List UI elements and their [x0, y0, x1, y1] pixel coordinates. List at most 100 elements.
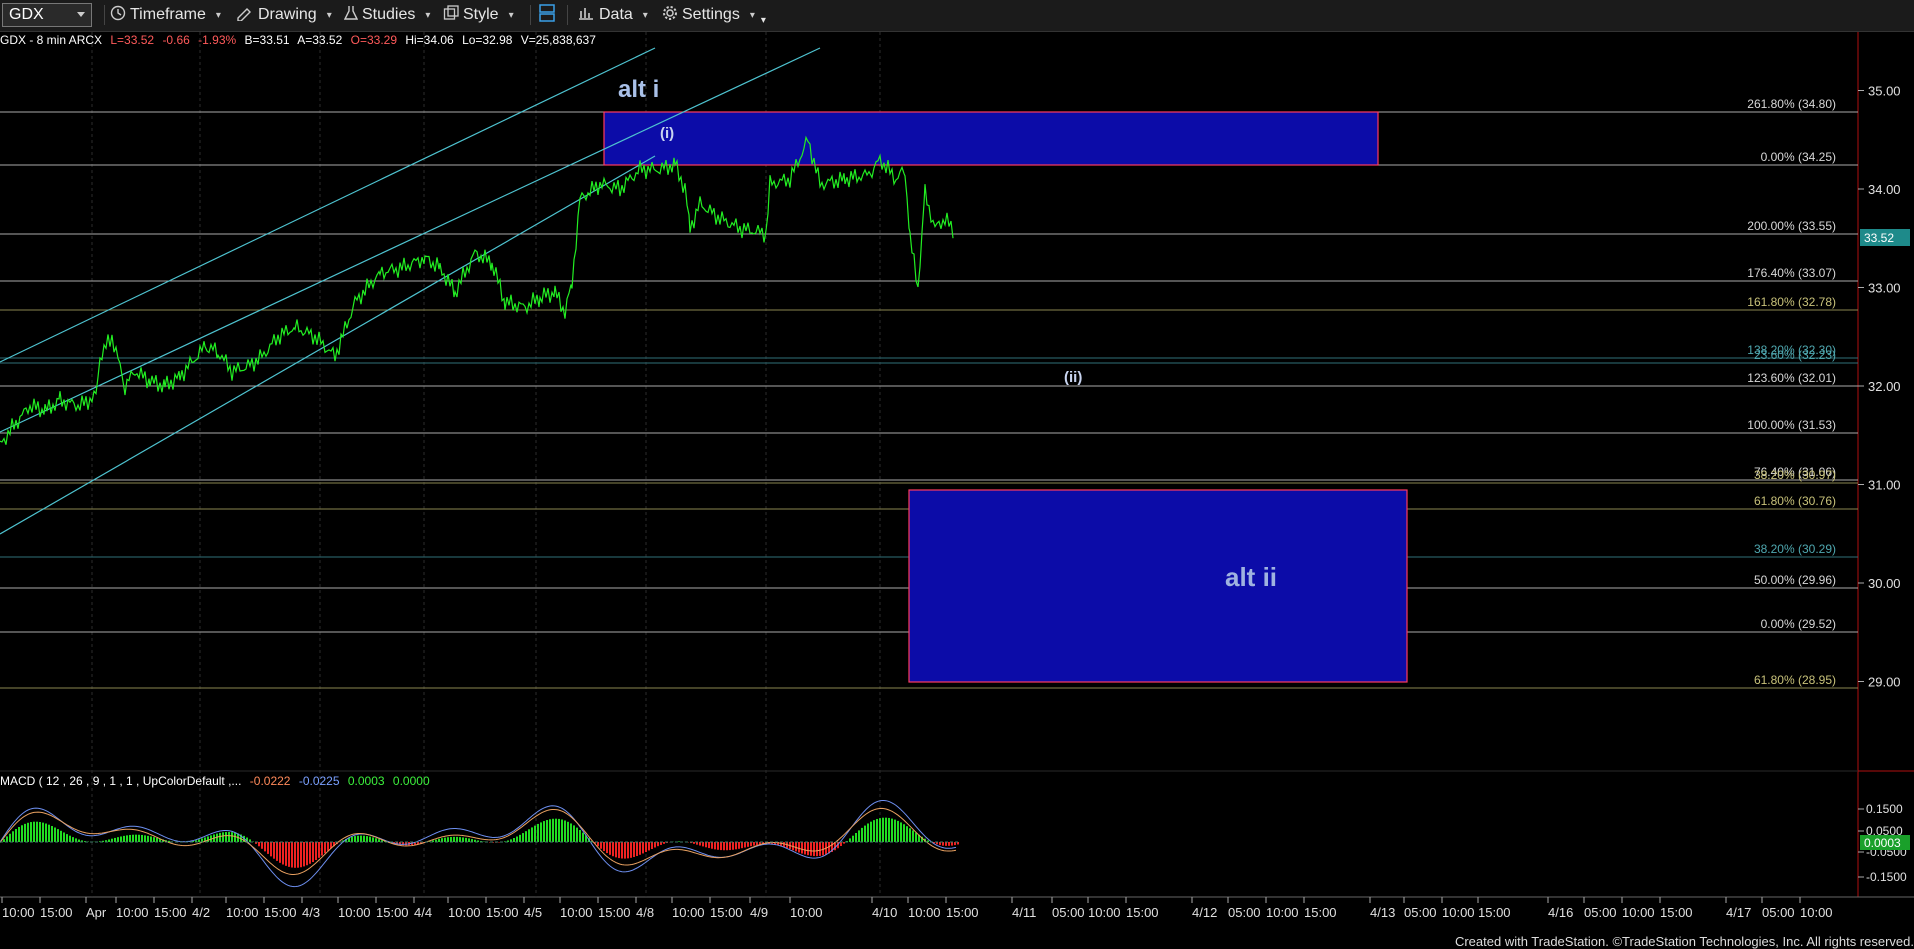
macd-bar — [624, 842, 626, 859]
macd-bar — [363, 835, 365, 842]
alt-ii-target-box[interactable] — [908, 489, 1408, 683]
macd-bar — [546, 820, 548, 842]
macd-bar — [234, 832, 236, 842]
time-tick-label: 4/12 — [1192, 905, 1217, 920]
macd-tick-label: -0.1500 — [1866, 870, 1907, 884]
macd-bar — [945, 842, 947, 846]
time-tick-label: 10:00 — [448, 905, 481, 920]
macd-bar — [873, 820, 875, 842]
settings-button[interactable]: Settings ▾ ▾ — [662, 4, 766, 26]
macd-bar — [156, 837, 158, 842]
macd-bar — [750, 842, 752, 847]
macd-bar — [309, 842, 311, 864]
macd-bar — [735, 842, 737, 850]
macd-bar — [639, 842, 641, 855]
macd-value-1: -0.0222 — [249, 774, 291, 788]
time-tick-label: 4/16 — [1548, 905, 1573, 920]
time-tick-label: 15:00 — [264, 905, 297, 920]
macd-bar — [537, 823, 539, 842]
time-tick-label: 15:00 — [598, 905, 631, 920]
macd-bar — [516, 836, 518, 842]
price-axis: 35.00 34.00 33.00 32.00 31.00 30.00 29.00 — [1858, 84, 1901, 690]
macd-bar — [717, 842, 719, 850]
macd-bar — [21, 825, 23, 842]
macd-bar — [288, 842, 290, 867]
chevron-down-icon: ▾ — [425, 9, 431, 21]
time-tick-label: 4/2 — [192, 905, 210, 920]
fib-label: 176.40% (33.07) — [1747, 266, 1836, 280]
macd-bar — [942, 842, 944, 846]
time-tick-label: 10:00 — [1088, 905, 1121, 920]
macd-last-text: 0.0003 — [1864, 836, 1901, 850]
macd-bar — [597, 842, 599, 847]
drawing-button[interactable]: Drawing ▾ — [236, 4, 332, 26]
price-tick-label: 33.00 — [1868, 281, 1901, 296]
macd-bar — [906, 826, 908, 842]
macd-bar — [279, 842, 281, 863]
time-tick-label: 05:00 — [1052, 905, 1085, 920]
macd-bar — [858, 830, 860, 842]
macd-bar — [69, 835, 71, 842]
macd-bar — [807, 842, 809, 856]
macd-bar — [465, 837, 467, 842]
macd-bar — [648, 842, 650, 851]
macd-bar — [618, 842, 620, 859]
time-tick-label: 10:00 — [560, 905, 593, 920]
channel-middle-line[interactable] — [0, 47, 821, 433]
macd-bar — [540, 822, 542, 842]
time-tick-label: 15:00 — [154, 905, 187, 920]
chevron-down-icon: ▾ — [642, 9, 648, 21]
style-label: Style — [463, 6, 499, 23]
macd-bar — [657, 842, 659, 847]
channel-upper-line[interactable] — [0, 47, 656, 363]
volume: V=25,838,637 — [520, 33, 596, 47]
alt-i-label: alt i — [618, 76, 659, 103]
fib-label: 38.20% (30.97) — [1754, 468, 1836, 482]
fib-label: 38.20% (30.29) — [1754, 542, 1836, 556]
macd-bar — [813, 842, 815, 857]
macd-bar — [810, 842, 812, 856]
symbol-selector[interactable]: GDX — [2, 3, 92, 27]
data-button[interactable]: Data ▾ — [577, 4, 648, 26]
macd-bar — [720, 842, 722, 851]
time-tick-label: 05:00 — [1762, 905, 1795, 920]
time-tick-label: 4/13 — [1370, 905, 1395, 920]
low-price: Lo=32.98 — [462, 33, 513, 47]
time-tick-label: 10:00 — [1266, 905, 1299, 920]
macd-bar — [564, 820, 566, 842]
macd-bar — [741, 842, 743, 849]
macd-bar — [948, 842, 950, 846]
footer-copyright: Created with TradeStation. ©TradeStation… — [1454, 934, 1914, 949]
alt-i-target-box[interactable] — [603, 111, 1379, 166]
macd-bar — [852, 835, 854, 842]
macd-bar — [444, 837, 446, 842]
macd-bar — [75, 838, 77, 842]
time-tick-label: 15:00 — [1478, 905, 1511, 920]
style-button[interactable]: Style ▾ — [443, 4, 514, 26]
macd-bar — [369, 836, 371, 842]
macd-bar — [303, 842, 305, 867]
layout-button[interactable] — [537, 3, 557, 26]
studies-button[interactable]: Studies ▾ — [343, 4, 431, 26]
price-tick-label: 30.00 — [1868, 576, 1901, 591]
net-change: -0.66 — [162, 33, 190, 47]
macd-info-bar: MACD ( 12 , 26 , 9 , 1 , 1 , UpColorDefa… — [0, 774, 435, 788]
price-tick-label: 35.00 — [1868, 84, 1901, 99]
macd-bar — [573, 825, 575, 842]
macd-bar — [582, 832, 584, 842]
macd-bar — [795, 842, 797, 852]
high-price: Hi=34.06 — [405, 33, 454, 47]
macd-bar — [747, 842, 749, 847]
macd-bar — [45, 823, 47, 842]
flask-icon — [343, 5, 359, 26]
toolbar-divider — [104, 5, 105, 25]
fibonacci-labels: 261.80% (34.80) 0.00% (34.25) 200.00% (33.… — [1747, 97, 1836, 687]
price-chart[interactable]: alt i (i) (ii) alt ii 261.80% (34.80) 0.0… — [0, 32, 1914, 949]
macd-bar — [372, 837, 374, 842]
timeframe-button[interactable]: Timeframe ▾ — [110, 4, 221, 26]
chevron-down-icon: ▾ — [749, 9, 755, 21]
macd-bar — [642, 842, 644, 854]
macd-bar — [315, 842, 317, 861]
channel-lower-line[interactable] — [0, 155, 656, 535]
macd-bar — [456, 836, 458, 842]
